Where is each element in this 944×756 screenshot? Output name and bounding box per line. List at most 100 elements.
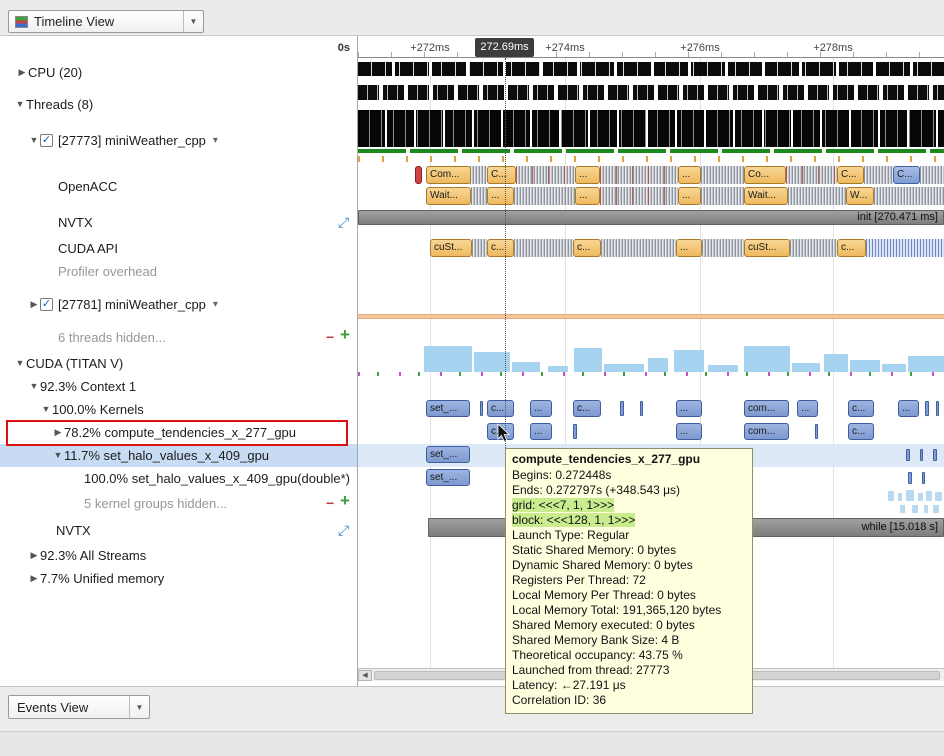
compute-tendencies-kernel[interactable]: ... xyxy=(530,423,552,440)
row-options-caret-icon[interactable]: ▾ xyxy=(213,135,218,146)
kernel-range[interactable]: com... xyxy=(744,400,789,417)
tooltip-line: grid: <<<7, 1, 1>>> xyxy=(512,498,746,513)
chevron-right-icon[interactable]: ▶ xyxy=(16,67,28,78)
openacc-wait-range[interactable]: ... xyxy=(575,187,600,205)
tree-row-process-27773[interactable]: ▼ ✓ [27773] miniWeather_cpp ▾ xyxy=(0,129,357,151)
openacc-range[interactable]: ... xyxy=(678,166,701,184)
tree-row-cuda-device[interactable]: ▼ CUDA (TITAN V) xyxy=(0,352,357,374)
kernel-range[interactable] xyxy=(480,401,483,416)
openacc-event[interactable] xyxy=(415,166,422,184)
tree-row-kernels[interactable]: ▼ 100.0% Kernels xyxy=(0,398,357,420)
events-view-dropdown[interactable]: Events View ▼ xyxy=(8,695,150,719)
tooltip-line: Shared Memory Bank Size: 4 B xyxy=(512,633,746,648)
tree-row-nvtx-cuda[interactable]: NVTX xyxy=(0,519,357,541)
hide-row-button[interactable]: − xyxy=(326,330,334,344)
kernel-range[interactable] xyxy=(936,401,939,416)
compute-tendencies-kernel[interactable]: ... xyxy=(676,423,702,440)
chevron-right-icon[interactable]: ▶ xyxy=(28,299,40,310)
tree-row-cpu[interactable]: ▶ CPU (20) xyxy=(0,61,357,83)
expand-row-icon[interactable]: ⤢ xyxy=(338,214,349,231)
tree-row-set-halo[interactable]: ▼ 11.7% set_halo_values_x_409_gpu xyxy=(0,444,357,466)
hidden-threads-band xyxy=(358,314,944,319)
tree-row-all-streams[interactable]: ▶ 92.3% All Streams xyxy=(0,544,357,566)
hide-row-button[interactable]: − xyxy=(326,496,334,510)
kernel-range[interactable]: ... xyxy=(530,400,552,417)
compute-tendencies-kernel[interactable] xyxy=(815,424,818,439)
row-options-caret-icon[interactable]: ▾ xyxy=(213,299,218,310)
top-toolbar: Timeline View ▼ xyxy=(0,0,944,36)
kernel-range[interactable]: c... xyxy=(573,400,601,417)
cuda-api-call[interactable]: cuSt... xyxy=(744,239,790,257)
chevron-down-icon[interactable]: ▼ xyxy=(28,135,40,145)
checkbox-checked[interactable]: ✓ xyxy=(40,134,53,147)
tree-row-process-27781[interactable]: ▶ ✓ [27781] miniWeather_cpp ▾ xyxy=(0,293,357,315)
tree-row-kernel-groups-hidden[interactable]: 5 kernel groups hidden... xyxy=(0,492,357,514)
compute-tendencies-kernel[interactable] xyxy=(573,424,577,439)
tree-row-nvtx-27773[interactable]: NVTX xyxy=(0,211,357,233)
show-row-button[interactable]: + xyxy=(340,494,350,508)
tooltip-line: Ends: 0.272797s (+348.543 μs) xyxy=(512,483,746,498)
nvtx-init-range[interactable]: init [270.471 ms] xyxy=(358,210,944,225)
set-halo-kernel[interactable] xyxy=(906,449,910,461)
kernel-range[interactable] xyxy=(640,401,643,416)
openacc-range[interactable]: C... xyxy=(487,166,516,184)
tree-row-openacc[interactable]: OpenACC xyxy=(0,175,357,197)
set-halo-kernel-instance[interactable]: set_... xyxy=(426,469,470,486)
compute-tendencies-kernel[interactable]: c... xyxy=(848,423,874,440)
activity-stripes xyxy=(516,166,575,184)
openacc-wait-range[interactable]: W... xyxy=(846,187,874,205)
kernel-range[interactable] xyxy=(925,401,929,416)
set-halo-kernel[interactable]: set_... xyxy=(426,446,470,463)
tree-row-cuda-api[interactable]: CUDA API xyxy=(0,237,357,259)
openacc-wait-range[interactable]: Wait... xyxy=(426,187,471,205)
openacc-range[interactable]: Co... xyxy=(744,166,786,184)
openacc-wait-range[interactable]: Wait... xyxy=(744,187,788,205)
set-halo-kernel[interactable] xyxy=(920,449,923,461)
openacc-wait-range[interactable]: ... xyxy=(487,187,514,205)
openacc-range[interactable]: Com... xyxy=(426,166,471,184)
openacc-range[interactable]: C... xyxy=(837,166,864,184)
chevron-down-icon[interactable]: ▼ xyxy=(14,358,26,368)
kernel-range[interactable] xyxy=(620,401,624,416)
cuda-api-call[interactable]: ... xyxy=(676,239,702,257)
activity-stripes xyxy=(788,187,846,205)
tree-row-threads[interactable]: ▼ Threads (8) xyxy=(0,93,357,115)
chevron-down-icon[interactable]: ▼ xyxy=(40,404,52,414)
chevron-down-icon[interactable]: ▼ xyxy=(52,450,64,460)
kernel-range[interactable]: c... xyxy=(487,400,514,417)
scroll-left-button[interactable]: ◀ xyxy=(358,670,372,681)
kernel-range[interactable]: ... xyxy=(797,400,818,417)
tree-row-context-1[interactable]: ▼ 92.3% Context 1 xyxy=(0,375,357,397)
openacc-range[interactable]: ... xyxy=(575,166,600,184)
kernel-range[interactable]: ... xyxy=(676,400,702,417)
show-row-button[interactable]: + xyxy=(340,328,350,342)
set-halo-kernel[interactable] xyxy=(933,449,937,461)
openacc-range[interactable]: C... xyxy=(893,166,920,184)
hidden-kernel-activity xyxy=(906,490,914,501)
tree-row-set-halo-instance[interactable]: 100.0% set_halo_values_x_409_gpu(double*… xyxy=(0,467,357,489)
set-halo-kernel-instance[interactable] xyxy=(922,472,925,484)
cuda-api-call[interactable]: c... xyxy=(837,239,866,257)
set-halo-kernel-instance[interactable] xyxy=(908,472,912,484)
kernel-range[interactable]: c... xyxy=(848,400,874,417)
openacc-wait-range[interactable]: ... xyxy=(678,187,701,205)
expand-row-icon[interactable]: ⤢ xyxy=(338,522,349,539)
cuda-api-call[interactable]: c... xyxy=(487,239,514,257)
cuda-api-call[interactable]: c... xyxy=(573,239,601,257)
tree-row-threads-hidden[interactable]: 6 threads hidden... xyxy=(0,326,357,348)
tree-row-profiler-overhead[interactable]: Profiler overhead xyxy=(0,260,357,282)
timeline-cursor-time-badge: 272.69ms xyxy=(475,38,534,57)
compute-tendencies-kernel[interactable]: com... xyxy=(744,423,789,440)
chevron-down-icon[interactable]: ▼ xyxy=(14,99,26,109)
chevron-right-icon[interactable]: ▶ xyxy=(28,573,40,584)
kernel-range[interactable]: ... xyxy=(898,400,919,417)
activity-stripes xyxy=(601,239,676,257)
tree-row-unified-memory[interactable]: ▶ 7.7% Unified memory xyxy=(0,567,357,589)
activity-stripes xyxy=(790,239,837,257)
chevron-right-icon[interactable]: ▶ xyxy=(28,550,40,561)
cuda-api-call[interactable]: cuSt... xyxy=(430,239,472,257)
chevron-down-icon[interactable]: ▼ xyxy=(28,381,40,391)
view-selector-dropdown[interactable]: Timeline View ▼ xyxy=(8,10,204,33)
checkbox-checked[interactable]: ✓ xyxy=(40,298,53,311)
kernel-range[interactable]: set_... xyxy=(426,400,470,417)
